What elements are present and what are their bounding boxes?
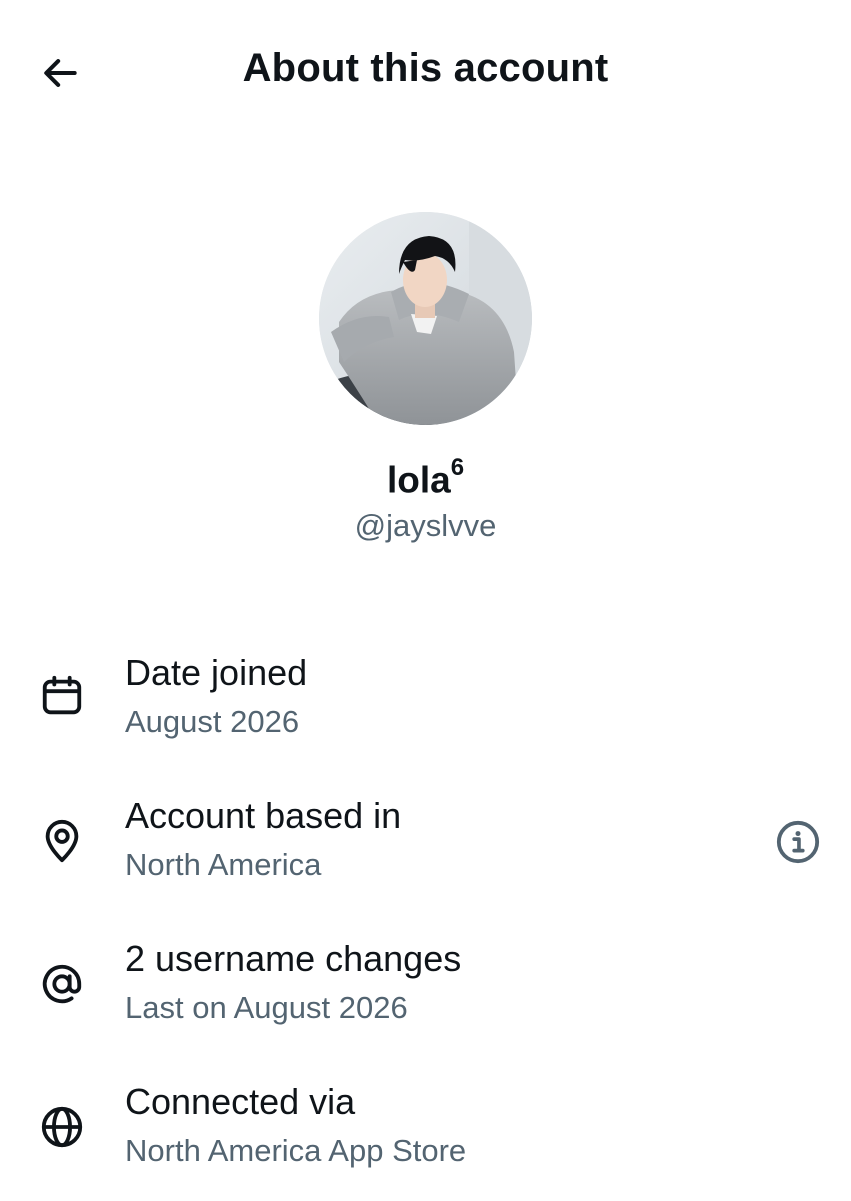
detail-title: Connected via: [125, 1081, 356, 1122]
at-sign-icon: [38, 960, 86, 1008]
detail-subtitle: August 2026: [125, 704, 300, 739]
display-name-superscript: 6: [450, 454, 465, 481]
detail-subtitle: North America: [125, 847, 322, 882]
detail-row-account-based-in: Account based in North America: [0, 795, 851, 915]
detail-title: Account based in: [125, 795, 402, 836]
detail-subtitle: Last on August 2026: [125, 990, 408, 1025]
detail-row-username-changes: 2 username changes Last on August 2026: [0, 938, 851, 1058]
detail-row-connected-via: Connected via North America App Store: [0, 1081, 851, 1201]
display-name: lola6: [386, 454, 465, 501]
globe-icon: [38, 1103, 86, 1151]
info-icon: [776, 820, 820, 864]
calendar-icon: [38, 672, 86, 720]
page-title: About this account: [242, 46, 609, 90]
username-handle: @jayslvve: [354, 508, 497, 543]
location-pin-icon: [38, 817, 86, 865]
detail-title: 2 username changes: [125, 938, 462, 979]
detail-title: Date joined: [125, 652, 308, 693]
detail-subtitle: North America App Store: [125, 1133, 467, 1168]
info-button[interactable]: [773, 817, 823, 867]
top-bar: About this account: [0, 0, 851, 145]
profile-photo: [319, 212, 532, 425]
detail-row-date-joined: Date joined August 2026: [0, 652, 851, 772]
avatar[interactable]: [319, 212, 532, 425]
